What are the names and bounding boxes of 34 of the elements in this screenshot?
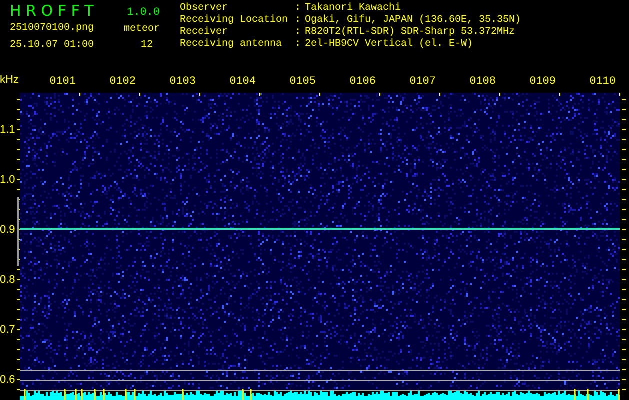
info-separator: : [295, 27, 302, 39]
info-value: Takanori Kawachi [305, 3, 402, 14]
app-version: 1.0.0 [126, 7, 162, 19]
time-label: 0108 [468, 76, 497, 88]
info-value: Ogaki, Gifu, JAPAN (136.60E, 35.35N) [305, 15, 522, 26]
time-label: 0109 [528, 76, 557, 88]
info-label: Receiver [180, 27, 230, 38]
info-label: Observer [180, 3, 230, 14]
time-label: 0105 [288, 76, 317, 88]
time-label: 0107 [408, 76, 437, 88]
axis-unit: kHz [0, 75, 20, 86]
file-name: 2510070100.png [10, 23, 96, 36]
time-label: 0110 [588, 76, 617, 88]
info-separator: : [295, 39, 302, 51]
frequency-label: 0.8 [0, 273, 16, 288]
frequency-label: 0.9 [0, 223, 16, 238]
range-marker [17, 197, 19, 266]
time-label: 0106 [348, 76, 377, 88]
frequency-label: 0.6 [0, 373, 16, 388]
info-label: Receiving antenna [180, 39, 284, 51]
info-value: R820T2(RTL-SDR) SDR-Sharp 53.372MHz [305, 27, 516, 38]
date-time: 25.10.07 01:00 [10, 40, 96, 53]
time-label: 0101 [48, 76, 77, 88]
time-label: 0103 [168, 76, 197, 88]
app-title: H R O F F T [10, 4, 95, 19]
info-value: 2el-HB9CV Vertical (el. E-W) [305, 39, 474, 51]
frequency-label: 0.7 [0, 323, 16, 338]
info-label: Receiving Location [180, 15, 290, 26]
frequency-label: 1.0 [0, 173, 16, 188]
info-separator: : [295, 3, 302, 15]
time-label: 0102 [108, 76, 137, 88]
frequency-label: 1.1 [0, 123, 16, 138]
time-label: 0104 [228, 76, 257, 88]
info-separator: : [295, 15, 302, 27]
